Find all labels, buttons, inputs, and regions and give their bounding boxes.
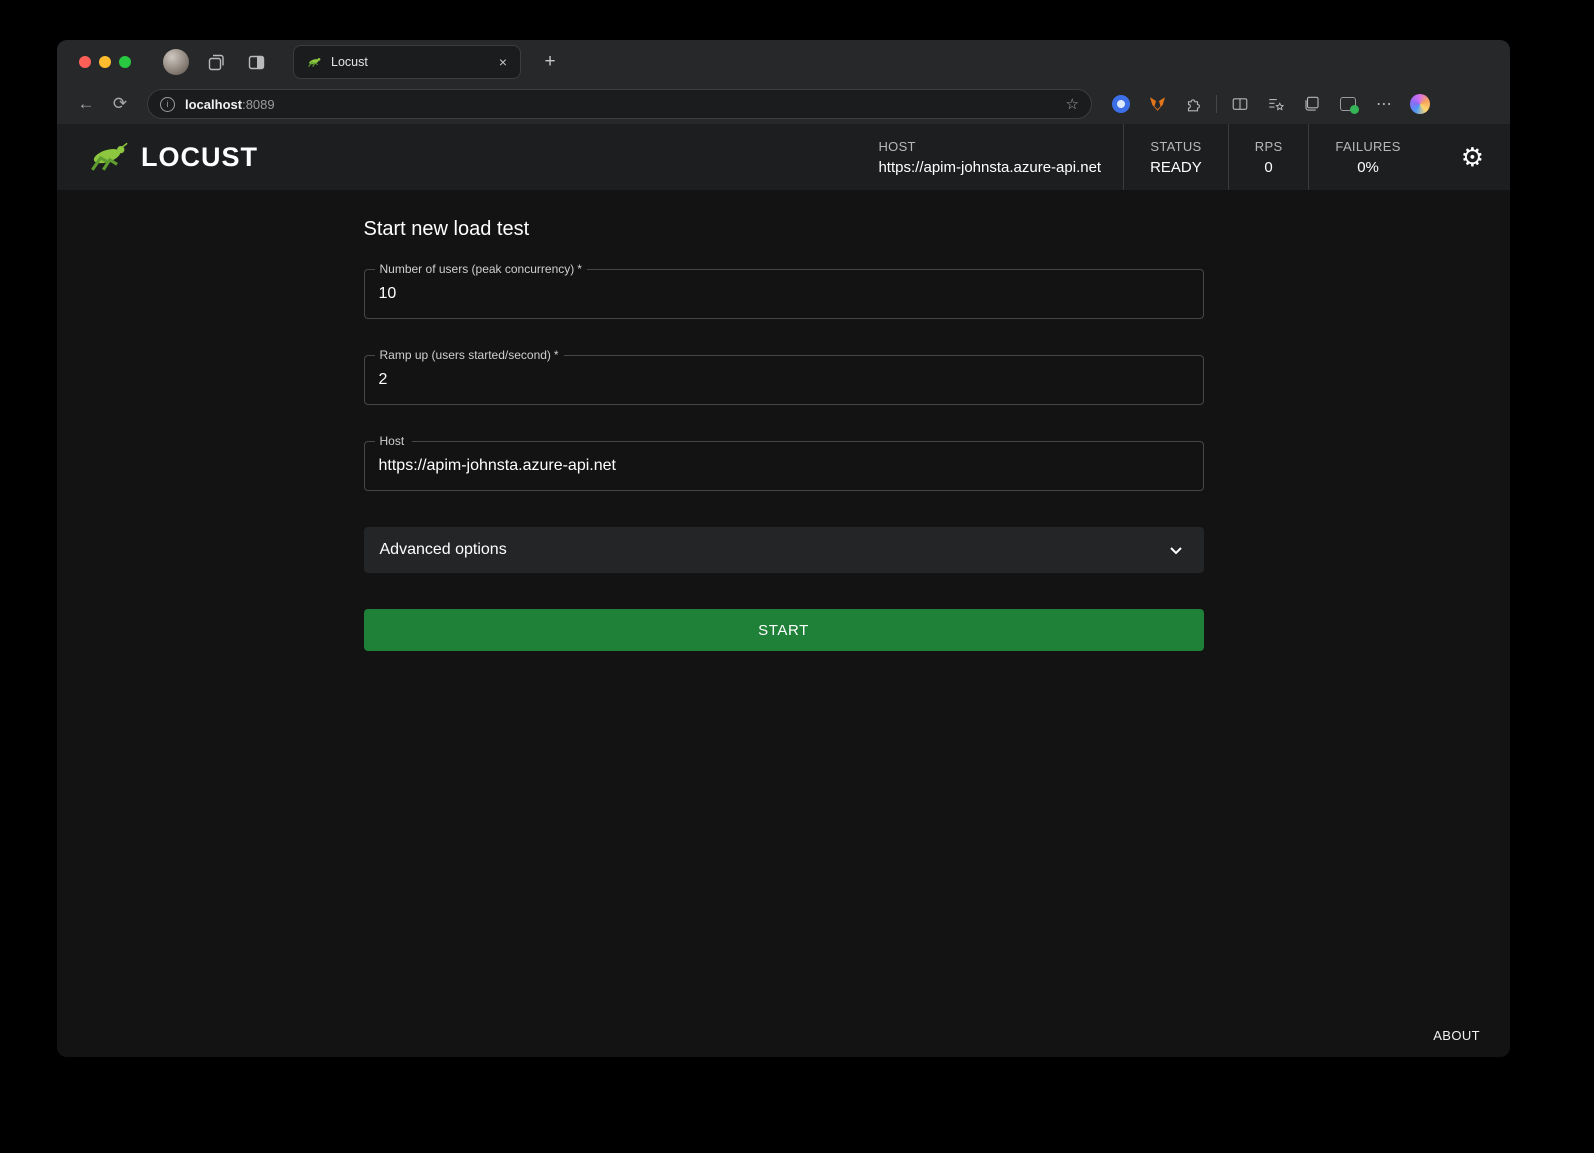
locust-main-content: Start new load test Number of users (pea… [57,190,1510,1057]
settings-more-icon[interactable]: ⋯ [1369,90,1399,118]
profile-avatar[interactable] [163,49,189,75]
failures-value: 0% [1357,159,1379,176]
stat-failures: FAILURES 0% [1309,124,1426,190]
copilot-icon[interactable] [1405,90,1435,118]
page-title: Start new load test [364,218,1204,241]
field-number-of-users: Number of users (peak concurrency)* [364,269,1204,319]
status-value: READY [1150,159,1202,176]
url-host: localhost [185,97,242,112]
new-test-form: Start new load test Number of users (pea… [364,190,1204,651]
rps-value: 0 [1264,159,1272,176]
browser-navbar: ← ⟳ i localhost :8089 ☆ [57,84,1510,124]
advanced-options-accordion[interactable]: Advanced options [364,527,1204,573]
host-value: https://apim-johnsta.azure-api.net [878,159,1101,176]
browser-window: Locust × + ← ⟳ i localhost :8089 ☆ [57,40,1510,1057]
locust-app-header: LOCUST HOST https://apim-johnsta.azure-a… [57,124,1510,190]
vertical-tabs-icon[interactable] [243,49,269,75]
favorite-star-icon[interactable]: ☆ [1066,95,1079,113]
field-host: Host [364,441,1204,491]
about-link[interactable]: ABOUT [1433,1028,1480,1043]
settings-gear-icon[interactable]: ⚙ [1427,124,1484,190]
browser-tab-strip: Locust × + [57,40,1510,84]
stat-status: STATUS READY [1124,124,1228,190]
extensions-puzzle-icon[interactable] [1178,90,1208,118]
locust-logo-icon [85,142,129,172]
chevron-down-icon [1164,538,1188,562]
header-host: HOST https://apim-johnsta.azure-api.net [878,124,1123,190]
new-tab-button[interactable]: + [537,49,563,75]
workspaces-icon[interactable] [203,49,229,75]
extensions-row: ⋯ [1106,90,1435,118]
rps-label: RPS [1255,139,1283,154]
minimize-window-button[interactable] [99,56,111,68]
window-controls [79,56,131,68]
locust-brand[interactable]: LOCUST [85,142,258,173]
failures-label: FAILURES [1335,139,1400,154]
browser-essentials-icon[interactable] [1333,90,1363,118]
url-port: :8089 [242,97,275,112]
field-label: Host [375,434,413,448]
stat-rps: RPS 0 [1229,124,1309,190]
tab-title: Locust [331,55,494,69]
zoom-window-button[interactable] [119,56,131,68]
status-label: STATUS [1150,139,1201,154]
brand-name: LOCUST [141,142,258,173]
advanced-options-label: Advanced options [380,541,507,559]
close-window-button[interactable] [79,56,91,68]
reload-icon[interactable]: ⟳ [105,90,135,118]
header-status-panel: HOST https://apim-johnsta.azure-api.net … [878,124,1484,190]
toolbar-divider [1216,95,1217,113]
number-of-users-input[interactable] [365,270,1203,318]
host-label: HOST [878,139,915,154]
metamask-extension-icon[interactable] [1142,90,1172,118]
split-screen-icon[interactable] [1225,90,1255,118]
favorites-icon[interactable] [1261,90,1291,118]
field-ramp-up: Ramp up (users started/second)* [364,355,1204,405]
tab-close-icon[interactable]: × [494,53,512,71]
host-input[interactable] [365,442,1203,490]
address-bar[interactable]: i localhost :8089 ☆ [147,89,1092,119]
start-button[interactable]: START [364,609,1204,651]
desktop-background: Locust × + ← ⟳ i localhost :8089 ☆ [0,0,1594,1153]
ramp-up-input[interactable] [365,356,1203,404]
locust-favicon-icon [306,56,322,68]
collections-icon[interactable] [1297,90,1327,118]
field-label: Ramp up (users started/second)* [375,348,564,362]
browser-tab-locust[interactable]: Locust × [293,45,521,79]
field-label: Number of users (peak concurrency)* [375,262,587,276]
site-info-icon[interactable]: i [160,97,175,112]
back-icon[interactable]: ← [71,90,101,118]
password-extension-icon[interactable] [1106,90,1136,118]
